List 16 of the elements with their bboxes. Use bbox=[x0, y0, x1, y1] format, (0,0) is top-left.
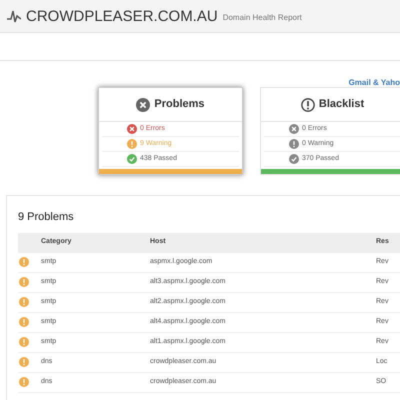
panel-title: 9 Problems bbox=[18, 210, 75, 225]
exclamation-circle-icon bbox=[300, 98, 315, 112]
exclamation-circle-icon bbox=[19, 297, 29, 307]
pulse-logo-icon bbox=[7, 9, 21, 23]
report-subtitle: Domain Health Report bbox=[222, 12, 302, 24]
exclamation-circle-icon bbox=[19, 377, 29, 387]
exclamation-circle-icon bbox=[19, 257, 29, 267]
x-circle-icon bbox=[136, 98, 150, 112]
exclamation-circle-icon bbox=[19, 277, 29, 287]
brand-name: CROWDPLEASER.COM.AU bbox=[26, 8, 218, 24]
exclamation-circle-icon bbox=[19, 357, 29, 367]
card-title: Problems bbox=[154, 97, 205, 112]
exclamation-circle-icon bbox=[19, 337, 29, 347]
card-title: Blacklist bbox=[318, 97, 364, 112]
gmail-yahoo-link[interactable]: Gmail & Yaho bbox=[348, 79, 400, 87]
exclamation-circle-icon bbox=[19, 317, 29, 327]
